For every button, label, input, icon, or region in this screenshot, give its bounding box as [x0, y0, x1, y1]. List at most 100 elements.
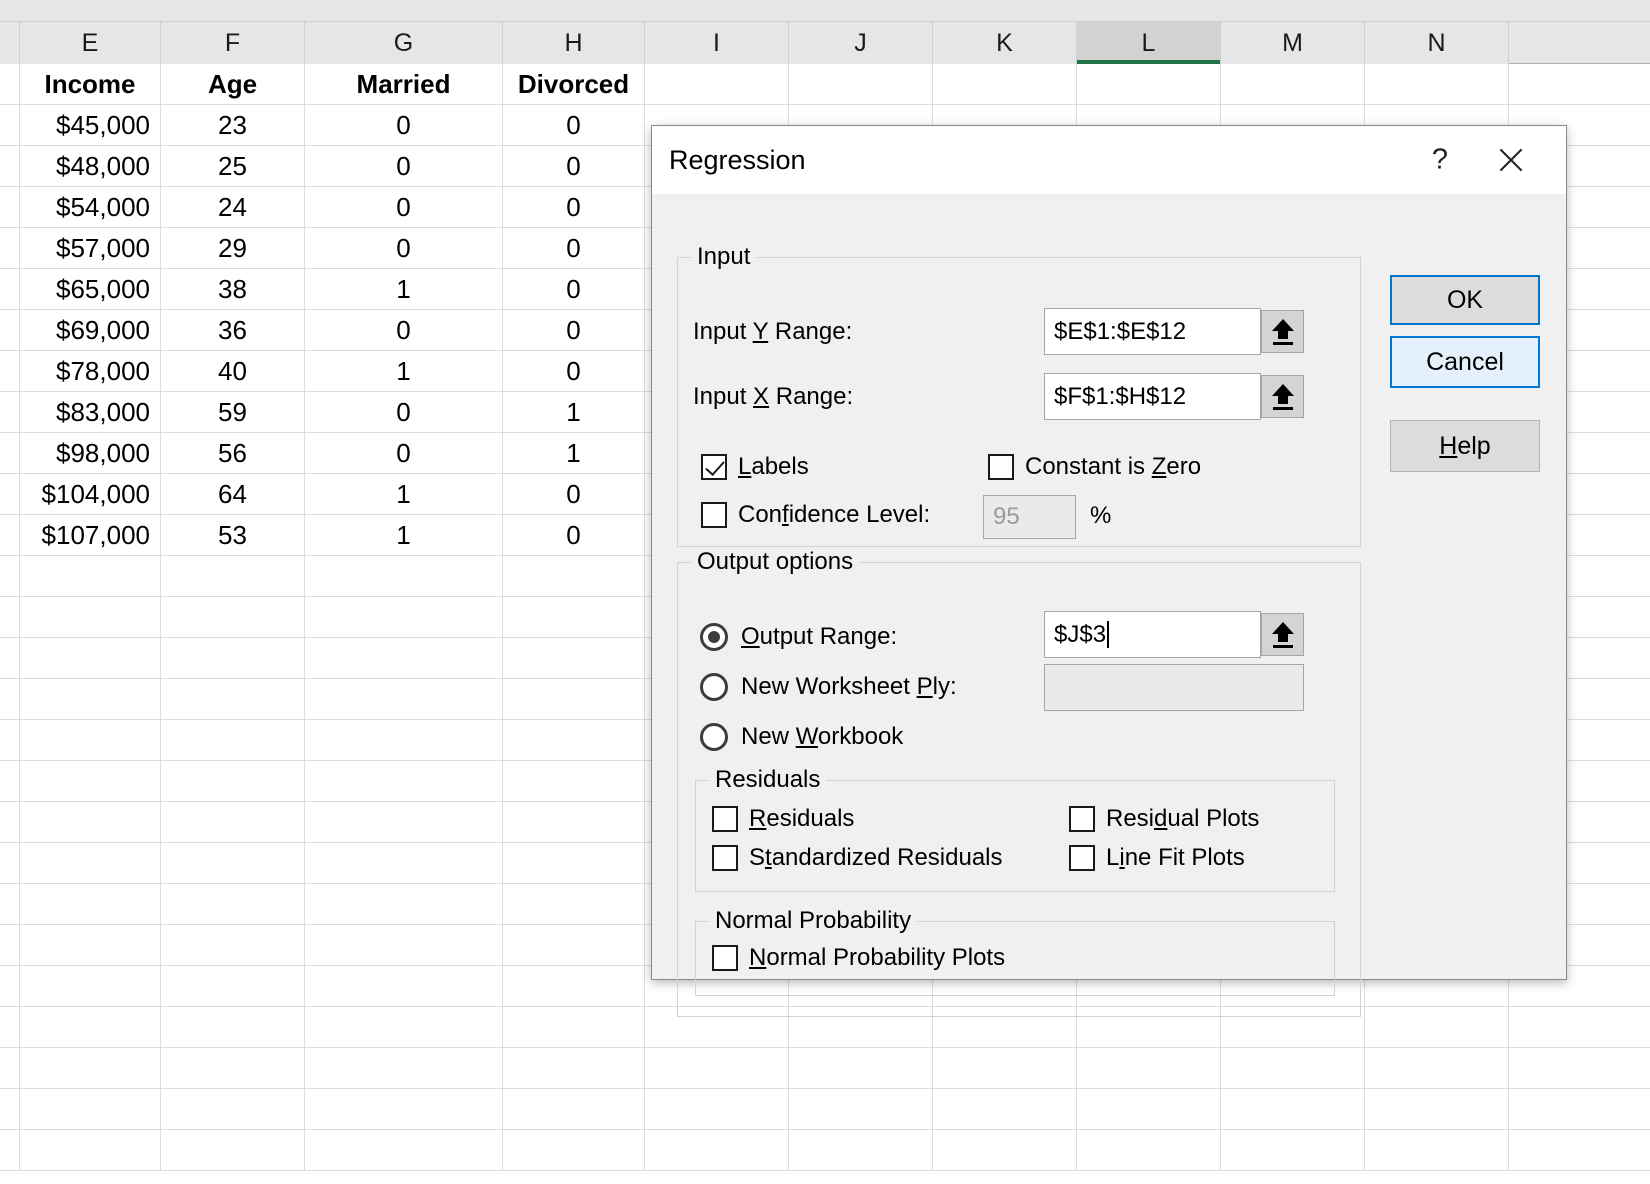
- grid-cell[interactable]: 1: [503, 433, 645, 474]
- grid-cell[interactable]: [503, 720, 645, 761]
- grid-cell[interactable]: [0, 638, 20, 679]
- grid-cell[interactable]: [161, 638, 305, 679]
- grid-cell[interactable]: [0, 269, 20, 310]
- grid-cell[interactable]: [645, 1089, 789, 1130]
- grid-cell[interactable]: [305, 925, 503, 966]
- grid-cell[interactable]: 38: [161, 269, 305, 310]
- column-header-partial[interactable]: [0, 22, 20, 64]
- grid-cell[interactable]: 1: [305, 269, 503, 310]
- grid-cell[interactable]: [161, 966, 305, 1007]
- table-header-cell[interactable]: Married: [305, 64, 503, 105]
- normal-probability-plots-checkbox-row[interactable]: Normal Probability Plots: [712, 944, 1005, 972]
- grid-cell[interactable]: [305, 597, 503, 638]
- grid-cell[interactable]: 0: [503, 105, 645, 146]
- grid-cell[interactable]: [161, 843, 305, 884]
- residuals-checkbox-row[interactable]: Residuals: [712, 805, 854, 833]
- grid-cell[interactable]: 0: [305, 146, 503, 187]
- grid-cell[interactable]: [1365, 64, 1509, 105]
- grid-cell[interactable]: [20, 761, 161, 802]
- column-header-G[interactable]: G: [305, 22, 503, 64]
- cancel-button[interactable]: Cancel: [1390, 336, 1540, 388]
- grid-cell[interactable]: [161, 1007, 305, 1048]
- grid-cell[interactable]: [161, 1130, 305, 1171]
- grid-cell[interactable]: [0, 1048, 20, 1089]
- grid-cell[interactable]: [0, 228, 20, 269]
- new-worksheet-ply-radio-row[interactable]: New Worksheet Ply:: [700, 673, 957, 701]
- grid-cell[interactable]: [503, 1048, 645, 1089]
- grid-cell[interactable]: 1: [305, 515, 503, 556]
- grid-cell[interactable]: [503, 884, 645, 925]
- grid-cell[interactable]: 0: [503, 351, 645, 392]
- grid-cell[interactable]: 0: [503, 474, 645, 515]
- grid-cell[interactable]: $69,000: [20, 310, 161, 351]
- grid-cell[interactable]: 56: [161, 433, 305, 474]
- grid-cell[interactable]: $65,000: [20, 269, 161, 310]
- grid-cell[interactable]: [305, 761, 503, 802]
- grid-cell[interactable]: [161, 925, 305, 966]
- column-header-N[interactable]: N: [1365, 22, 1509, 64]
- grid-cell[interactable]: [20, 802, 161, 843]
- output-range-picker-button[interactable]: [1261, 613, 1304, 656]
- grid-cell[interactable]: [161, 556, 305, 597]
- grid-cell[interactable]: [1365, 1089, 1509, 1130]
- grid-cell[interactable]: [503, 679, 645, 720]
- grid-cell[interactable]: [0, 843, 20, 884]
- grid-cell[interactable]: [0, 146, 20, 187]
- constant-is-zero-checkbox[interactable]: [988, 454, 1014, 480]
- confidence-level-checkbox-row[interactable]: Confidence Level:: [701, 501, 930, 529]
- input-y-range-field[interactable]: $E$1:$E$12: [1044, 308, 1261, 355]
- grid-cell[interactable]: [305, 843, 503, 884]
- grid-cell[interactable]: $48,000: [20, 146, 161, 187]
- grid-cell[interactable]: [503, 843, 645, 884]
- grid-cell[interactable]: [161, 720, 305, 761]
- labels-checkbox[interactable]: [701, 454, 727, 480]
- labels-checkbox-row[interactable]: Labels: [701, 453, 809, 481]
- grid-cell[interactable]: [20, 966, 161, 1007]
- grid-cell[interactable]: [161, 679, 305, 720]
- table-row[interactable]: IncomeAgeMarriedDivorced: [0, 64, 1650, 105]
- grid-cell[interactable]: [0, 351, 20, 392]
- residual-plots-checkbox[interactable]: [1069, 806, 1095, 832]
- grid-cell[interactable]: [0, 679, 20, 720]
- grid-cell[interactable]: 0: [503, 310, 645, 351]
- help-button[interactable]: Help: [1390, 420, 1540, 472]
- grid-cell[interactable]: [645, 64, 789, 105]
- grid-cell[interactable]: [503, 638, 645, 679]
- grid-cell[interactable]: [1077, 1130, 1221, 1171]
- grid-cell[interactable]: [503, 925, 645, 966]
- output-range-radio-row[interactable]: Output Range:: [700, 623, 897, 651]
- grid-cell[interactable]: 25: [161, 146, 305, 187]
- grid-cell[interactable]: [789, 1048, 933, 1089]
- table-row[interactable]: [0, 1048, 1650, 1089]
- grid-cell[interactable]: 1: [305, 351, 503, 392]
- grid-cell[interactable]: [305, 884, 503, 925]
- grid-cell[interactable]: [0, 310, 20, 351]
- grid-cell[interactable]: [503, 597, 645, 638]
- grid-cell[interactable]: 0: [503, 515, 645, 556]
- question-mark-icon[interactable]: ?: [1432, 144, 1448, 177]
- grid-cell[interactable]: 0: [305, 433, 503, 474]
- grid-cell[interactable]: $78,000: [20, 351, 161, 392]
- grid-cell[interactable]: [503, 802, 645, 843]
- grid-cell[interactable]: [0, 966, 20, 1007]
- grid-cell[interactable]: 0: [305, 187, 503, 228]
- grid-cell[interactable]: [1365, 1007, 1509, 1048]
- standardized-residuals-checkbox-row[interactable]: Standardized Residuals: [712, 844, 1003, 872]
- grid-cell[interactable]: [0, 884, 20, 925]
- grid-cell[interactable]: 24: [161, 187, 305, 228]
- table-header-cell[interactable]: Divorced: [503, 64, 645, 105]
- grid-cell[interactable]: [0, 64, 20, 105]
- column-header-K[interactable]: K: [933, 22, 1077, 64]
- grid-cell[interactable]: [1365, 1130, 1509, 1171]
- grid-cell[interactable]: [0, 761, 20, 802]
- grid-cell[interactable]: [20, 720, 161, 761]
- residual-plots-checkbox-row[interactable]: Residual Plots: [1069, 805, 1259, 833]
- grid-cell[interactable]: [20, 638, 161, 679]
- grid-cell[interactable]: 0: [305, 310, 503, 351]
- grid-cell[interactable]: 1: [305, 474, 503, 515]
- grid-cell[interactable]: [20, 1007, 161, 1048]
- grid-cell[interactable]: [1221, 1048, 1365, 1089]
- grid-cell[interactable]: [933, 64, 1077, 105]
- grid-cell[interactable]: [1077, 64, 1221, 105]
- grid-cell[interactable]: [645, 1048, 789, 1089]
